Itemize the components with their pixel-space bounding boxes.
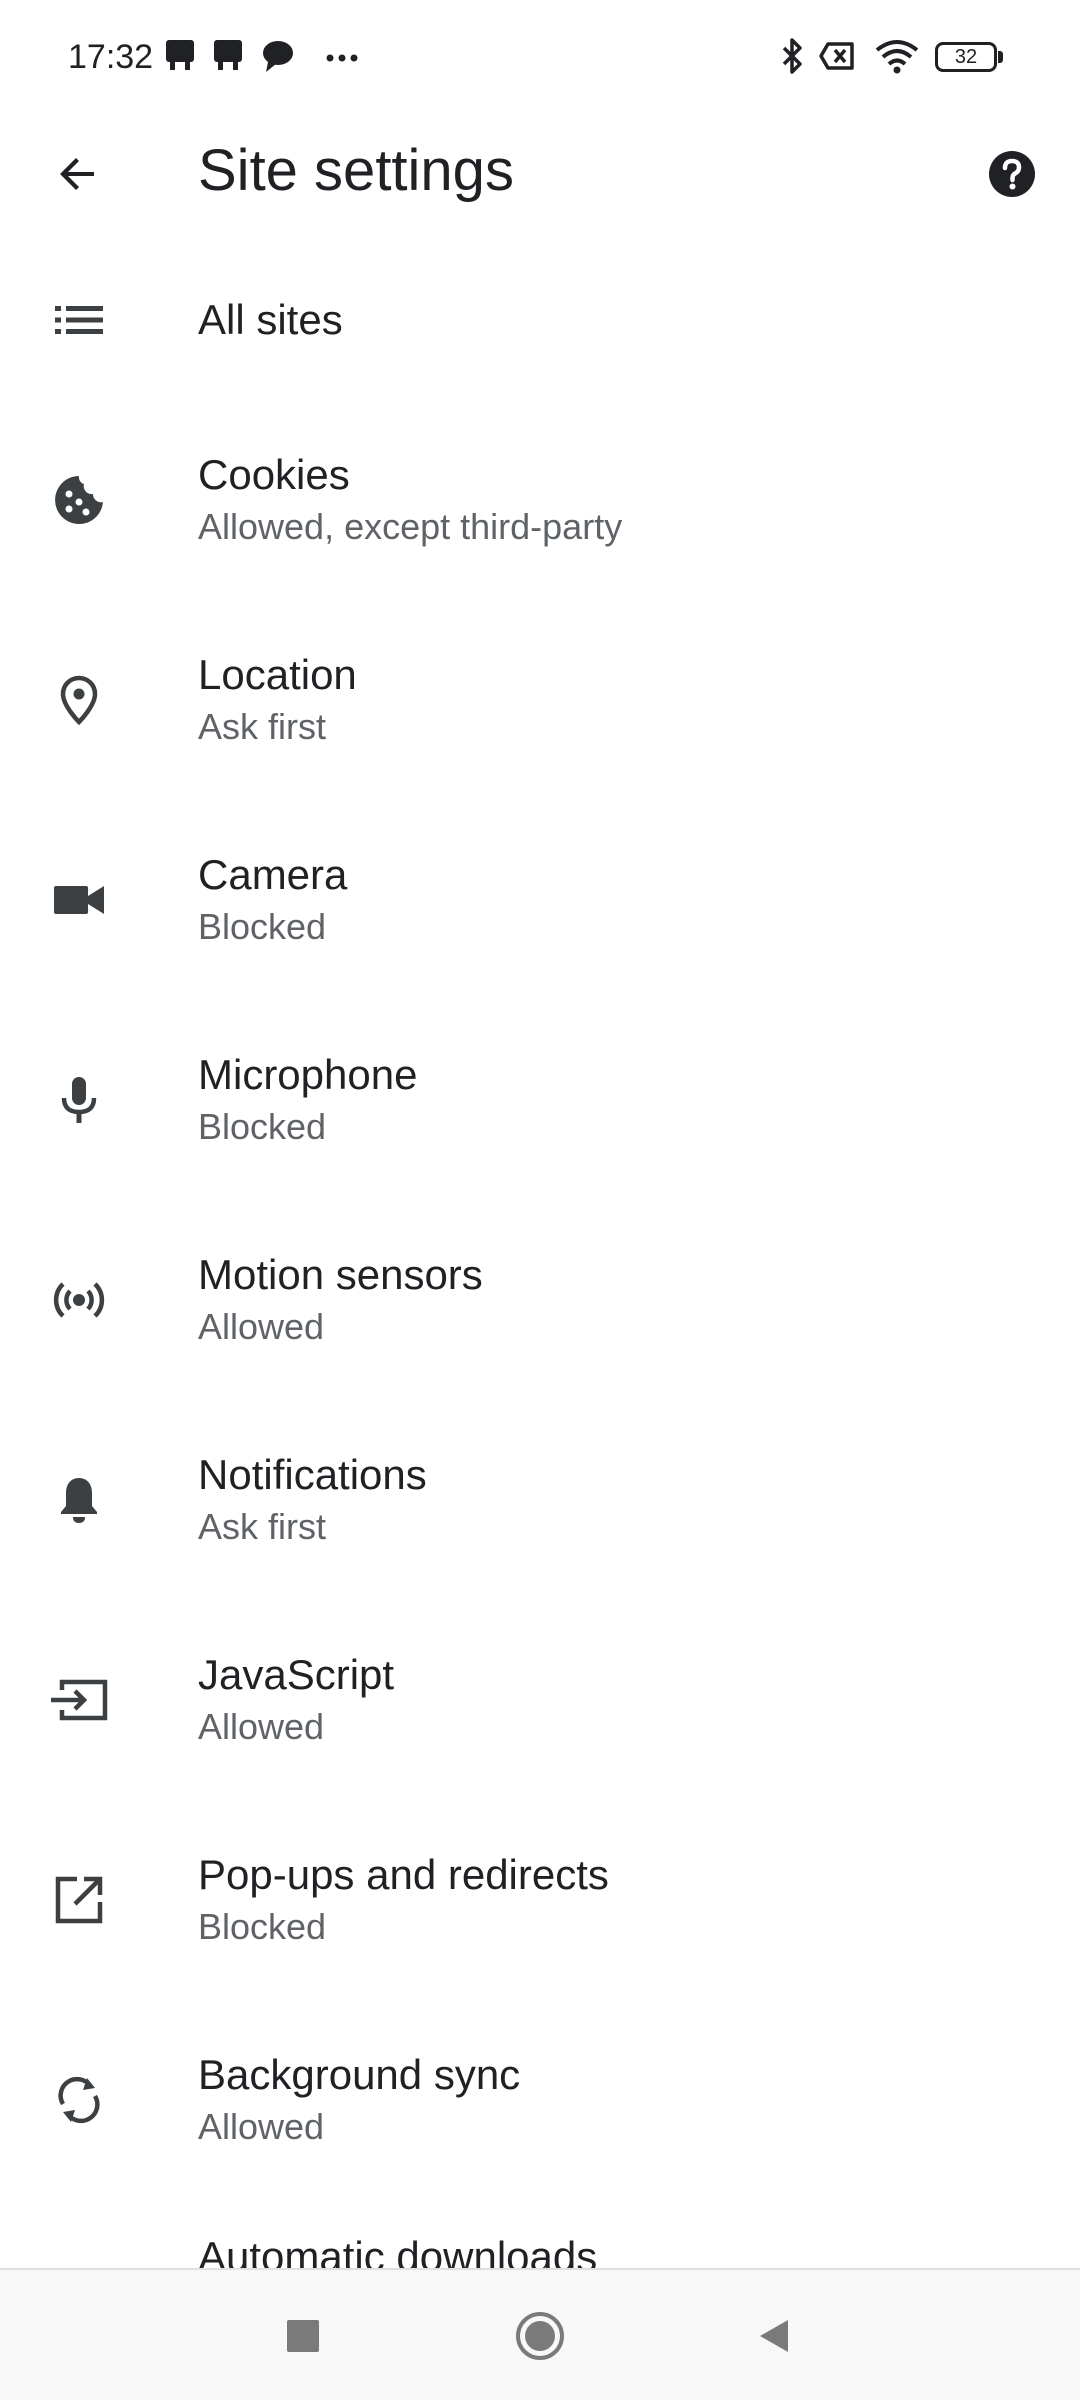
videocam-icon: [44, 865, 114, 935]
setting-title: Notifications: [198, 1451, 427, 1498]
notification-app-icon: [160, 36, 200, 76]
more-dots-icon: [322, 36, 362, 76]
recents-button[interactable]: [267, 2300, 339, 2372]
setting-subtitle: Allowed, except third-party: [198, 506, 623, 547]
status-bar: 17:32 32: [0, 0, 1080, 118]
no-sim-icon: [818, 36, 858, 76]
help-button[interactable]: [972, 134, 1052, 214]
setting-subtitle: Ask first: [198, 706, 327, 747]
help-circle-icon: [987, 149, 1037, 199]
setting-item-location[interactable]: Location Ask first: [0, 600, 1080, 800]
open-in-new-icon: [44, 1865, 114, 1935]
home-circle-icon: [512, 2308, 568, 2364]
setting-item-camera[interactable]: Camera Blocked: [0, 800, 1080, 1000]
home-button[interactable]: [504, 2300, 576, 2372]
battery-terminal: [998, 51, 1003, 63]
wifi-icon: [874, 36, 919, 76]
status-time: 17:32: [68, 38, 154, 76]
nav-back-button[interactable]: [738, 2300, 810, 2372]
screen: 17:32 32 Site settings All sites Cookies…: [0, 0, 1080, 2400]
notification-app-icon: [208, 36, 248, 76]
setting-subtitle: Allowed: [198, 1306, 325, 1347]
sync-icon: [44, 2065, 114, 2135]
location-pin-icon: [44, 665, 114, 735]
setting-item-popups[interactable]: Pop-ups and redirects Blocked: [0, 1800, 1080, 2000]
setting-item-cookies[interactable]: Cookies Allowed, except third-party: [0, 400, 1080, 600]
bluetooth-icon: [772, 36, 812, 76]
setting-item-notifications[interactable]: Notifications Ask first: [0, 1400, 1080, 1600]
back-button[interactable]: [38, 134, 118, 214]
setting-title: All sites: [198, 296, 343, 343]
cookie-icon: [44, 465, 114, 535]
setting-subtitle: Blocked: [198, 906, 327, 947]
setting-subtitle: Allowed: [198, 1706, 325, 1747]
setting-item-microphone[interactable]: Microphone Blocked: [0, 1000, 1080, 1200]
settings-list: All sites Cookies Allowed, except third-…: [0, 240, 1080, 2200]
app-bar: Site settings: [0, 118, 1080, 222]
battery-icon: 32: [935, 42, 997, 72]
setting-title: Location: [198, 651, 357, 698]
page-title: Site settings: [198, 138, 514, 203]
setting-subtitle: Ask first: [198, 1506, 327, 1547]
system-nav-bar: [0, 2268, 1080, 2400]
setting-title: Motion sensors: [198, 1251, 483, 1298]
setting-title: JavaScript: [198, 1651, 395, 1698]
back-triangle-icon: [754, 2316, 794, 2356]
setting-item-all-sites[interactable]: All sites: [0, 240, 1080, 400]
setting-subtitle: Blocked: [198, 1906, 327, 1947]
mic-icon: [44, 1065, 114, 1135]
setting-title: Background sync: [198, 2051, 521, 2098]
setting-title: Camera: [198, 851, 348, 898]
arrow-back-icon: [54, 150, 102, 198]
sensors-icon: [44, 1265, 114, 1335]
chat-bubble-icon: [258, 36, 298, 76]
setting-subtitle: Allowed: [198, 2106, 325, 2147]
setting-title: Microphone: [198, 1051, 418, 1098]
setting-title: Pop-ups and redirects: [198, 1851, 609, 1898]
setting-subtitle: Blocked: [198, 1106, 327, 1147]
input-icon: [44, 1665, 114, 1735]
setting-item-background-sync[interactable]: Background sync Allowed: [0, 2000, 1080, 2200]
setting-item-javascript[interactable]: JavaScript Allowed: [0, 1600, 1080, 1800]
setting-item-motion-sensors[interactable]: Motion sensors Allowed: [0, 1200, 1080, 1400]
recents-square-icon: [283, 2316, 323, 2356]
bell-icon: [44, 1465, 114, 1535]
setting-title: Cookies: [198, 451, 350, 498]
list-icon: [44, 285, 114, 355]
